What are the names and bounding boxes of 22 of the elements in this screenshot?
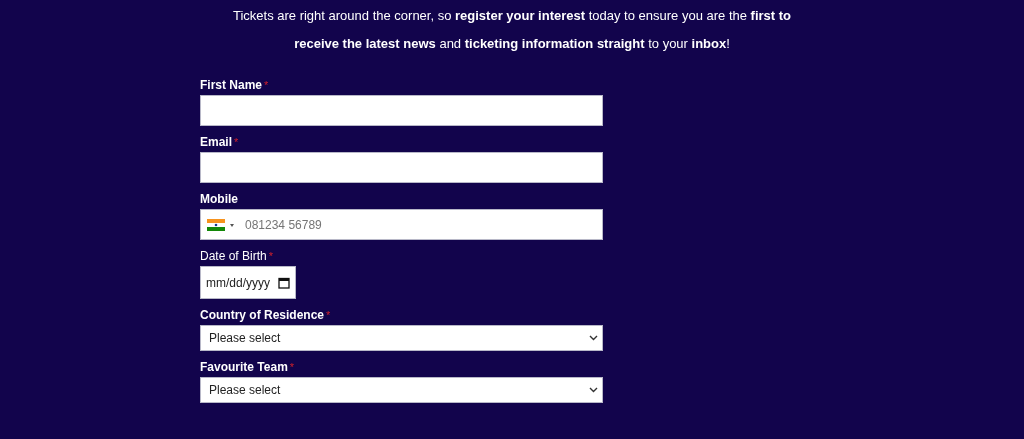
field-label: Date of Birth	[200, 249, 267, 263]
chevron-down-icon	[589, 335, 598, 341]
required-mark: *	[234, 135, 239, 149]
field-label: Favourite Team	[200, 360, 288, 374]
flag-icon[interactable]	[207, 218, 237, 231]
required-mark: *	[289, 360, 295, 374]
field-label: Mobile	[200, 192, 238, 206]
field-label: Email	[200, 135, 232, 149]
select-dropdown[interactable]: Please select	[200, 377, 603, 403]
select-dropdown[interactable]: Please select	[200, 325, 603, 351]
required-mark: *	[264, 78, 269, 92]
required-mark: *	[268, 249, 273, 263]
input-field[interactable]	[200, 152, 603, 183]
input-field[interactable]	[200, 95, 603, 126]
intro-paragraph: Tickets are right around the corner, so register your interest today to ensure you are the first to receive the latest news and ticketing information straight to your inbox!	[231, 7, 793, 53]
calendar-icon[interactable]	[278, 276, 290, 289]
phone-field[interactable]: 081234 56789	[200, 209, 603, 240]
field-label: First Name	[200, 78, 263, 92]
date-field[interactable]: mm/dd/yyyy	[200, 266, 296, 299]
chevron-down-icon	[589, 387, 598, 393]
field-label: Country of Residence	[200, 308, 325, 322]
required-mark: *	[326, 308, 331, 322]
